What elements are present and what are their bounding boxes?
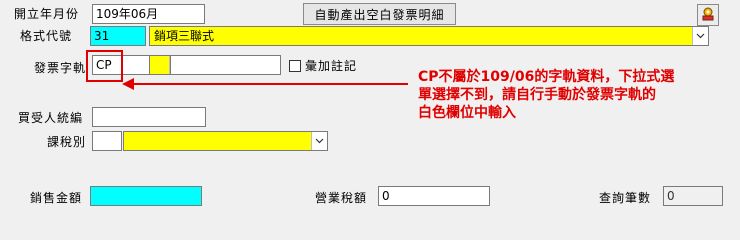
query-count-field: 0 bbox=[663, 186, 723, 206]
track-label: 發票字軌 bbox=[34, 61, 87, 75]
tax-type-code-input[interactable] bbox=[92, 131, 122, 151]
tax-amount-label: 營業稅額 bbox=[315, 191, 368, 205]
format-label: 格式代號 bbox=[20, 29, 73, 43]
auto-generate-button[interactable]: 自動產出空白發票明細 bbox=[303, 3, 456, 25]
format-code-input[interactable]: 31 bbox=[90, 26, 146, 46]
query-count-label: 查詢筆數 bbox=[599, 191, 652, 205]
chevron-down-icon[interactable] bbox=[311, 132, 327, 150]
tool-button[interactable] bbox=[697, 4, 719, 26]
tool-icon bbox=[700, 6, 716, 25]
format-select[interactable]: 銷項三聯式 bbox=[149, 26, 709, 46]
date-input[interactable]: 109年06月 bbox=[92, 4, 205, 24]
date-label: 開立年月份 bbox=[14, 7, 80, 21]
annotation-line-1: CP不屬於109/06的字軌資料，下拉式選 bbox=[418, 69, 675, 85]
sales-amount-input[interactable] bbox=[90, 186, 202, 206]
tax-amount-input[interactable]: 0 bbox=[378, 186, 490, 206]
annotation-line-3: 白色欄位中輸入 bbox=[418, 105, 516, 121]
tax-type-select[interactable] bbox=[123, 131, 328, 151]
format-select-value: 銷項三聯式 bbox=[154, 29, 215, 43]
annotation-note: CP不屬於109/06的字軌資料，下拉式選 單選擇不到，請自行手動於發票字軌的 … bbox=[418, 68, 736, 122]
buyer-id-input[interactable] bbox=[92, 107, 206, 127]
buyer-id-label: 買受人統編 bbox=[18, 111, 84, 125]
annotation-line-2: 單選擇不到，請自行手動於發票字軌的 bbox=[418, 87, 656, 103]
sales-amount-label: 銷售金額 bbox=[30, 191, 83, 205]
chevron-down-icon[interactable] bbox=[692, 27, 708, 45]
tax-type-label: 課稅別 bbox=[47, 135, 87, 149]
auto-generate-button-label: 自動產出空白發票明細 bbox=[314, 7, 445, 22]
annotation-arrow bbox=[122, 78, 408, 90]
